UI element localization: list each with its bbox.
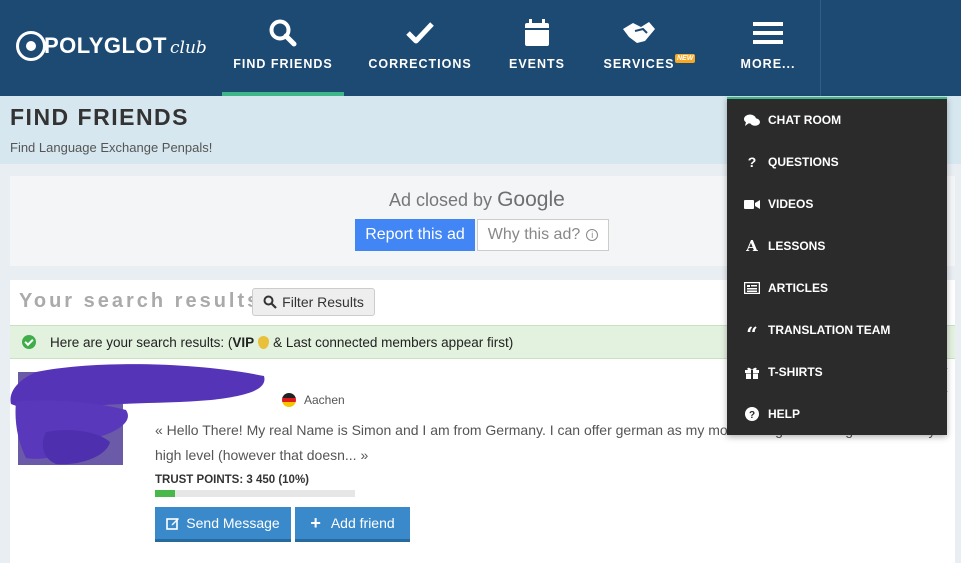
member-city: Aachen [304, 393, 345, 407]
germany-flag-icon [282, 393, 296, 407]
filter-results-label: Filter Results [282, 294, 364, 310]
ad-closed-prefix: Ad closed by [389, 190, 493, 210]
video-camera-icon [743, 199, 761, 210]
handshake-icon [621, 18, 657, 48]
menu-item-label: ARTICLES [768, 281, 828, 295]
letter-a-icon: A [746, 237, 758, 255]
menu-item-label: CHAT ROOM [768, 113, 842, 127]
why-this-ad-label: Why this ad? [487, 226, 581, 243]
nav-more[interactable]: MORE... [736, 0, 800, 96]
why-this-ad-button[interactable]: Why this ad? i [477, 219, 609, 251]
plus-icon: + [310, 513, 321, 533]
chameleon-logo-icon [16, 31, 46, 61]
hamburger-icon [753, 18, 783, 48]
question-icon: ? [747, 154, 757, 170]
svg-text:?: ? [749, 410, 755, 421]
google-brand: Google [497, 188, 565, 211]
menu-item-articles[interactable]: ARTICLES [727, 273, 947, 303]
filter-results-button[interactable]: Filter Results [252, 288, 375, 316]
alert-text-post: & Last connected members appear first) [273, 334, 514, 350]
newspaper-icon [743, 282, 761, 294]
nav-label: MORE... [740, 57, 796, 71]
gift-icon [743, 366, 761, 379]
menu-item-t-shirts[interactable]: T-SHIRTS [727, 357, 947, 387]
results-title: Your search results [19, 290, 262, 312]
send-message-label: Send Message [186, 515, 280, 531]
top-navigation-bar: POLYGLOT club FIND FRIENDS CORRECTIONS E… [0, 0, 961, 96]
more-dropdown-menu: CHAT ROOM ? QUESTIONS VIDEOS A LESSONS A… [727, 97, 947, 435]
menu-item-label: HELP [768, 407, 801, 421]
nav-label: SERVICES [603, 57, 675, 71]
calendar-icon [524, 18, 550, 48]
check-circle-icon [22, 335, 36, 349]
chat-icon [743, 114, 761, 127]
search-icon [263, 295, 277, 309]
menu-item-label: TRANSLATION TEAM [768, 323, 891, 337]
info-icon: i [586, 229, 599, 241]
menu-item-label: LESSONS [768, 239, 826, 253]
add-friend-button[interactable]: + Add friend [295, 507, 410, 542]
trust-points-label: TRUST POINTS: 3 450 (10%) [155, 474, 310, 486]
page-subtitle: Find Language Exchange Penpals! [10, 140, 213, 155]
logo-text: POLYGLOT [44, 33, 167, 58]
menu-item-label: VIDEOS [768, 197, 814, 211]
polyglot-club-logo[interactable]: POLYGLOT club [16, 26, 207, 66]
page-title: FIND FRIENDS [10, 104, 189, 130]
menu-item-label: T-SHIRTS [768, 365, 823, 379]
logo-subtext: club [169, 37, 207, 58]
menu-item-chat-room[interactable]: CHAT ROOM [727, 105, 947, 135]
menu-item-videos[interactable]: VIDEOS [727, 189, 947, 219]
trust-points-fill [155, 490, 175, 497]
nav-label: CORRECTIONS [368, 57, 472, 71]
alert-vip: VIP [232, 334, 255, 350]
alert-text-pre: Here are your search results: ( [50, 334, 233, 350]
menu-item-help[interactable]: ? HELP [727, 399, 947, 429]
nav-services[interactable]: SERVICES [600, 0, 678, 96]
ad-closed-text: Ad closed by Google [389, 188, 565, 212]
member-bio-line: high level (however that doesn... » [155, 447, 369, 463]
new-badge: NEW [675, 54, 696, 63]
nav-events[interactable]: EVENTS [500, 0, 574, 96]
medal-icon [258, 335, 270, 349]
report-ad-button[interactable]: Report this ad [355, 219, 475, 251]
menu-item-lessons[interactable]: A LESSONS [727, 231, 947, 261]
menu-item-translation-team[interactable]: “ TRANSLATION TEAM [727, 315, 947, 345]
nav-label: FIND FRIENDS [233, 57, 333, 71]
nav-corrections[interactable]: CORRECTIONS [362, 0, 478, 96]
help-icon: ? [743, 407, 761, 421]
trust-points-bar [155, 490, 355, 497]
edit-icon [166, 518, 180, 530]
quote-icon: “ [746, 322, 758, 346]
nav-find-friends[interactable]: FIND FRIENDS [222, 0, 344, 96]
nav-divider [820, 0, 821, 96]
menu-item-label: QUESTIONS [768, 155, 839, 169]
menu-item-questions[interactable]: ? QUESTIONS [727, 147, 947, 177]
search-icon [268, 18, 298, 48]
nav-label: EVENTS [508, 57, 565, 71]
add-friend-label: Add friend [330, 515, 395, 531]
send-message-button[interactable]: Send Message [155, 507, 291, 542]
checkmark-icon [405, 18, 435, 48]
